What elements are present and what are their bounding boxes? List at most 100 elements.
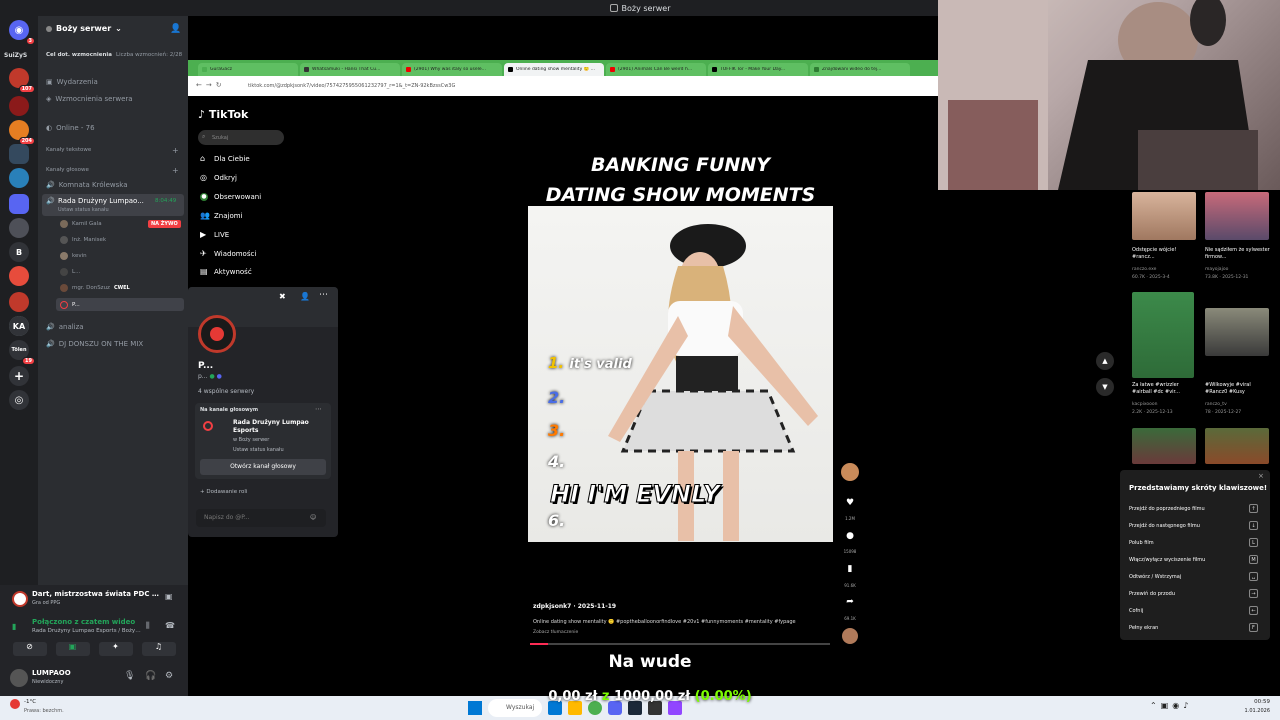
gear-icon[interactable]: ⚙ — [165, 671, 173, 681]
open-voice-channel-button[interactable]: Otwórz kanał głosowy — [200, 459, 326, 475]
thumb-title[interactable]: #Wilkowyje #viral #Rancz0 #Kusy — [1205, 382, 1273, 396]
browser-tab[interactable]: (2901) Why was italy so usele... — [402, 63, 502, 76]
server-icon-tolen[interactable]: Tölen 19 — [9, 340, 35, 365]
camera-off-icon[interactable]: ⊘ — [12, 642, 47, 656]
server-icon-ka[interactable]: KA — [9, 316, 29, 336]
voice-member[interactable]: kevin — [60, 252, 87, 260]
nav-friends[interactable]: 👥 Znajomi — [200, 212, 243, 221]
voice-member[interactable]: Kamil Gala — [60, 220, 102, 228]
share-icon[interactable]: ➦ — [843, 597, 857, 607]
translate-link[interactable]: Zobacz tłumaczenie — [533, 630, 578, 635]
server-icon-7[interactable] — [9, 266, 29, 286]
nav-arrows-icon[interactable]: ←→↻ — [196, 81, 226, 89]
emoji-icon[interactable]: ☺ — [310, 509, 316, 527]
server-icon-3[interactable]: 204 — [9, 120, 35, 145]
tiktok-logo[interactable]: ♪ TikTok — [198, 108, 248, 121]
add-friend-icon[interactable]: 👤 — [300, 292, 310, 301]
nav-following[interactable]: ● Obserwowani — [200, 193, 261, 201]
previous-video-button[interactable]: ▲ — [1096, 352, 1114, 370]
add-channel-icon[interactable]: + — [172, 166, 179, 175]
browser-tab[interactable]: Znajdowani wideo do tej... — [810, 63, 910, 76]
creator-avatar[interactable] — [841, 463, 859, 481]
activity-title[interactable]: Dart, mistrzostwa świata PDC - me... — [32, 590, 160, 598]
server-icon-5[interactable] — [9, 168, 29, 188]
search-input[interactable]: ⌕ Szukaj — [198, 130, 284, 145]
more-icon[interactable]: ⋯ — [319, 290, 328, 300]
close-icon[interactable]: ✖ — [279, 292, 286, 301]
next-video-button[interactable]: ▼ — [1096, 378, 1114, 396]
category-voice[interactable]: Kanały głosowe — [46, 167, 89, 173]
avatar[interactable] — [198, 315, 236, 353]
video-thumbnail[interactable] — [1205, 428, 1269, 464]
clock-time[interactable]: 00:59 — [1226, 699, 1270, 705]
server-icon-b[interactable]: B — [9, 242, 29, 262]
thumb-title[interactable]: Nie sądziłem że sylwester firmow... — [1205, 247, 1273, 261]
add-user-icon[interactable]: 👤 — [170, 24, 181, 34]
nav-messages[interactable]: ✈ Wiadomości — [200, 250, 256, 259]
thumb-title[interactable]: Odstępcie wójcie! #rancz... — [1132, 247, 1200, 261]
browser-tab[interactable]: GuraGacz — [198, 63, 298, 76]
progress-bar[interactable] — [530, 643, 830, 645]
voice-member-selected[interactable]: P... — [56, 298, 184, 311]
tray-icons[interactable]: ⌃▣◉♪ — [1150, 701, 1192, 710]
boost-goal[interactable]: Cel dot. wzmocnienia Liczba wzmocnień: 2… — [46, 52, 182, 58]
server-icon-active[interactable] — [9, 218, 29, 238]
voice-member[interactable]: L... — [60, 268, 80, 276]
video-thumbnail[interactable] — [1132, 192, 1196, 240]
video-thumbnail[interactable] — [1205, 308, 1269, 356]
video-thumbnail[interactable] — [1132, 428, 1196, 464]
microphone-icon[interactable]: 🎙 — [124, 671, 135, 681]
activities-icon[interactable]: ✦ — [98, 642, 133, 656]
voice-channel-komnata[interactable]: 🔊 Komnata Królewska — [46, 181, 128, 189]
discover-icon[interactable]: ◎ — [9, 390, 29, 410]
message-input[interactable]: Napisz do @P... ☺ — [196, 509, 326, 527]
nav-for-you[interactable]: ⌂ Dla Ciebie — [200, 155, 250, 164]
boosts-item[interactable]: ◈ Wzmocnienia serwera — [46, 95, 133, 103]
avatar[interactable] — [10, 669, 28, 687]
like-icon[interactable]: ♥ — [843, 498, 857, 508]
browser-tab-active[interactable]: Online dating show mentality 🙂 ... — [504, 63, 604, 76]
voice-channel-dj[interactable]: 🔊 DJ DONSZU ON THE MIX — [46, 340, 143, 348]
category-text[interactable]: Kanały tekstowe — [46, 147, 91, 153]
thumb-title[interactable]: Za łatwe #wrizzler #airball #dc #vir... — [1132, 382, 1200, 396]
disconnect-icon[interactable]: ☎ — [165, 621, 175, 630]
voice-channel-rada[interactable]: 🔊 Rada Drużyny Lumpao... 8:04:49 Ustaw s… — [42, 194, 184, 216]
server-icon-1[interactable]: 107 — [9, 68, 35, 93]
channel-status[interactable]: Ustaw status kanału — [58, 207, 109, 213]
nav-live[interactable]: ▶ LIVE — [200, 231, 229, 240]
online-item[interactable]: ◐ Online - 76 — [46, 124, 95, 132]
voice-member[interactable]: Inż. Manisek — [60, 236, 106, 244]
mutual-servers[interactable]: 4 wspólne serwery — [198, 388, 254, 395]
close-icon[interactable]: × — [1258, 472, 1264, 480]
events-item[interactable]: ▣ Wydarzenia — [46, 78, 98, 86]
soundboard-icon[interactable]: ♫ — [141, 642, 176, 656]
username[interactable]: LUMPAOO — [32, 669, 71, 677]
sound-disc-icon[interactable] — [842, 628, 858, 644]
nav-explore[interactable]: ◎ Odkryj — [200, 174, 237, 183]
video-author[interactable]: zdpkjsonk7 · 2025-11-19 — [533, 603, 616, 610]
server-icon-6[interactable] — [9, 194, 29, 214]
add-channel-icon[interactable]: + — [172, 146, 179, 155]
voice-member[interactable]: mgr. DonSzuz CWEL — [60, 284, 130, 292]
voice-channel-name[interactable]: Rada Drużyny Lumpao Esports — [233, 419, 328, 435]
bookmark-icon[interactable]: ▮ — [843, 564, 857, 574]
address-bar[interactable]: ←→↻ tiktok.com/@zdpkjsonk7/video/7574275… — [188, 76, 938, 96]
headphones-icon[interactable]: 🎧 — [145, 671, 156, 681]
server-header[interactable]: Boży serwer ⌄ — [46, 24, 122, 33]
weather-temp[interactable]: -1°C — [24, 699, 36, 705]
comment-icon[interactable]: ● — [843, 531, 857, 541]
video-thumbnail[interactable] — [1132, 292, 1194, 378]
screen-share-icon[interactable]: ▣ — [55, 642, 90, 656]
direct-messages-button[interactable]: ◉ 3 — [9, 20, 35, 45]
add-role-button[interactable]: + Dodawanie roli — [200, 489, 247, 495]
browser-tab[interactable]: Whatsamuki - Hansi That Cu... — [300, 63, 400, 76]
server-icon-4[interactable] — [9, 144, 29, 164]
server-icon-8[interactable] — [9, 292, 29, 312]
voice-status[interactable]: Ustaw status kanału — [233, 447, 284, 453]
start-icon[interactable] — [468, 701, 482, 715]
activity-menu-icon[interactable]: ▣ — [165, 592, 173, 601]
browser-tab[interactable]: TOFFIK Tor - Make Your Day... — [708, 63, 808, 76]
browser-tab[interactable]: (2901) Animals Can Be weird h... — [606, 63, 706, 76]
server-icon-2[interactable] — [9, 96, 29, 116]
connection-channel[interactable]: Rada Drużyny Lumpao Esports / Boży ... — [32, 628, 142, 634]
